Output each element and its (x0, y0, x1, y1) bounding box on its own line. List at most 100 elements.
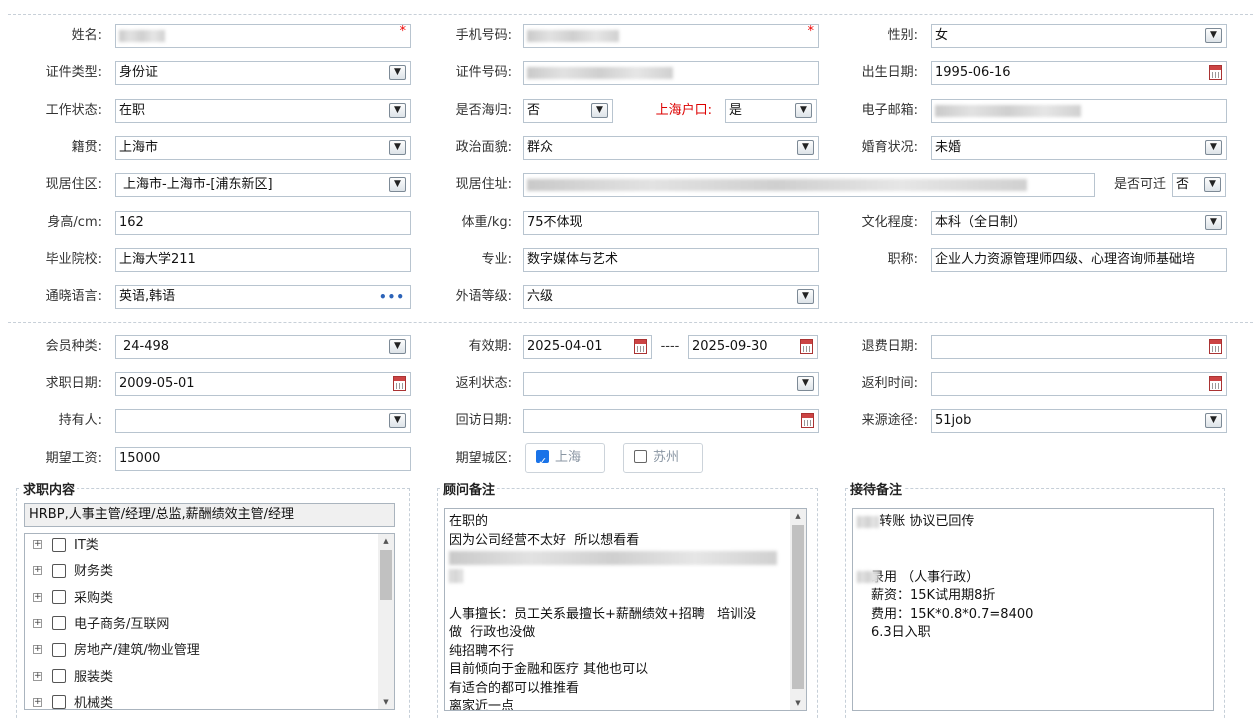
holder-select[interactable]: ▼ (115, 409, 411, 433)
notes-scrollbar[interactable]: ▲ ▼ (790, 509, 806, 710)
idno-field[interactable] (523, 61, 819, 85)
job-title-field[interactable]: 企业人力资源管理师四级、心理咨询师基础培 (931, 248, 1227, 272)
rebate-time-label: 返利时间: (861, 376, 918, 391)
calendar-icon[interactable] (1209, 376, 1222, 391)
checkbox-icon[interactable] (52, 642, 66, 657)
mobile-field[interactable]: * (523, 24, 819, 48)
tree-item[interactable]: + 服装类 (33, 666, 113, 690)
tree-item[interactable]: + 采购类 (33, 587, 113, 611)
chevron-down-icon[interactable]: ▼ (591, 103, 608, 118)
valid-to-field[interactable]: 2025-09-30 (688, 335, 818, 359)
job-date-field[interactable]: 2009-05-01 (115, 372, 411, 396)
checkbox-icon[interactable] (52, 590, 66, 605)
expand-icon[interactable]: + (33, 566, 42, 576)
chevron-down-icon[interactable]: ▼ (1205, 140, 1222, 155)
chevron-down-icon[interactable]: ▼ (389, 65, 406, 80)
idtype-select[interactable]: 身份证 ▼ (115, 61, 411, 85)
chevron-down-icon[interactable]: ▼ (1205, 215, 1222, 230)
checkbox-checked-icon[interactable] (536, 448, 549, 476)
weight-field[interactable]: 75不体现 (523, 211, 819, 235)
chevron-down-icon[interactable]: ▼ (1204, 177, 1221, 192)
calendar-icon[interactable] (1209, 339, 1222, 354)
chevron-down-icon[interactable]: ▼ (389, 413, 406, 428)
scroll-up-icon[interactable]: ▲ (790, 509, 806, 523)
chevron-down-icon[interactable]: ▼ (797, 289, 814, 304)
idtype-label: 证件类型: (45, 65, 102, 80)
address-field[interactable] (523, 173, 1095, 197)
chevron-down-icon[interactable]: ▼ (389, 140, 406, 155)
calendar-icon[interactable] (1209, 65, 1222, 80)
calendar-icon[interactable] (800, 339, 813, 354)
district-select[interactable]: 上海市-上海市-[浦东新区] ▼ (115, 173, 411, 197)
weight-label: 体重/kg: (461, 215, 512, 230)
redacted-note (857, 516, 879, 528)
expand-icon[interactable]: + (33, 671, 42, 681)
rebate-time-field[interactable] (931, 372, 1227, 396)
expand-icon[interactable]: + (33, 697, 42, 707)
chevron-down-icon[interactable]: ▼ (389, 177, 406, 192)
checkbox-icon[interactable] (52, 563, 66, 578)
political-select[interactable]: 群众 ▼ (523, 136, 819, 160)
work-status-select[interactable]: 在职 ▼ (115, 99, 411, 123)
overseas-select[interactable]: 否 ▼ (523, 99, 613, 123)
expand-icon[interactable]: + (33, 618, 42, 628)
more-icon[interactable]: ••• (379, 286, 405, 308)
rebate-status-select[interactable]: ▼ (523, 372, 819, 396)
relocate-select[interactable]: 否 ▼ (1172, 173, 1226, 197)
checkbox-icon[interactable] (634, 450, 647, 463)
email-field[interactable] (931, 99, 1227, 123)
major-field[interactable]: 数字媒体与艺术 (523, 248, 819, 272)
tree-item[interactable]: + 财务类 (33, 560, 113, 584)
valid-from-field[interactable]: 2025-04-01 (523, 335, 652, 359)
foreign-level-select[interactable]: 六级 ▼ (523, 285, 819, 309)
scroll-thumb[interactable] (792, 525, 804, 689)
scroll-down-icon[interactable]: ▼ (790, 696, 806, 710)
chevron-down-icon[interactable]: ▼ (797, 140, 814, 155)
language-field[interactable]: 英语,韩语 ••• (115, 285, 411, 309)
checkbox-icon[interactable] (52, 695, 66, 709)
scroll-thumb[interactable] (380, 550, 392, 600)
marital-select[interactable]: 未婚 ▼ (931, 136, 1227, 160)
birth-date-field[interactable]: 1995-06-16 (931, 61, 1227, 85)
tree-item[interactable]: + 电子商务/互联网 (33, 613, 169, 637)
scroll-up-icon[interactable]: ▲ (378, 534, 394, 548)
tree-item[interactable]: + 机械类 (33, 692, 113, 709)
job-summary-field[interactable]: HRBP,人事主管/经理/总监,薪酬绩效主管/经理 (24, 503, 395, 527)
member-type-select[interactable]: 24-498 ▼ (115, 335, 411, 359)
reception-notes-textarea[interactable]: 转账 协议已回传 录用 （人事行政） 薪资：15K试用期8折 费用：15K*0.… (852, 508, 1214, 711)
city-option-shanghai[interactable]: 上海 (525, 443, 605, 476)
native-select[interactable]: 上海市 ▼ (115, 136, 411, 160)
expand-icon[interactable]: + (33, 645, 42, 655)
chevron-down-icon[interactable]: ▼ (1205, 413, 1222, 428)
salary-field[interactable]: 15000 (115, 447, 411, 471)
education-select[interactable]: 本科（全日制） ▼ (931, 211, 1227, 235)
calendar-icon[interactable] (634, 339, 647, 354)
chevron-down-icon[interactable]: ▼ (795, 103, 812, 118)
tree-item[interactable]: + 房地产/建筑/物业管理 (33, 639, 200, 663)
school-field[interactable]: 上海大学211 (115, 248, 411, 272)
scroll-down-icon[interactable]: ▼ (378, 695, 394, 709)
checkbox-icon[interactable] (52, 537, 66, 552)
chevron-down-icon[interactable]: ▼ (389, 103, 406, 118)
tree-scrollbar[interactable]: ▲ ▼ (378, 534, 394, 709)
expand-icon[interactable]: + (33, 540, 42, 549)
city-option-suzhou[interactable]: 苏州 (623, 443, 703, 473)
source-select[interactable]: 51job ▼ (931, 409, 1227, 433)
refund-date-field[interactable] (931, 335, 1227, 359)
gender-select[interactable]: 女 ▼ (931, 24, 1227, 48)
revisit-date-field[interactable] (523, 409, 819, 433)
name-field[interactable]: * (115, 24, 411, 48)
chevron-down-icon[interactable]: ▼ (797, 376, 814, 391)
consultant-notes-textarea[interactable]: 在职的 因为公司经营不太好 所以想看看 人事擅长：员工关系最擅长+薪酬绩效+招聘… (444, 508, 807, 711)
checkbox-icon[interactable] (52, 616, 66, 631)
hukou-select[interactable]: 是 ▼ (725, 99, 817, 123)
calendar-icon[interactable] (393, 376, 406, 391)
source-label: 来源途径: (861, 413, 918, 428)
checkbox-icon[interactable] (52, 669, 66, 683)
chevron-down-icon[interactable]: ▼ (1205, 28, 1222, 43)
calendar-icon[interactable] (801, 413, 814, 428)
tree-item[interactable]: + IT类 (33, 534, 99, 558)
expand-icon[interactable]: + (33, 592, 42, 602)
height-field[interactable]: 162 (115, 211, 411, 235)
chevron-down-icon[interactable]: ▼ (389, 339, 406, 354)
